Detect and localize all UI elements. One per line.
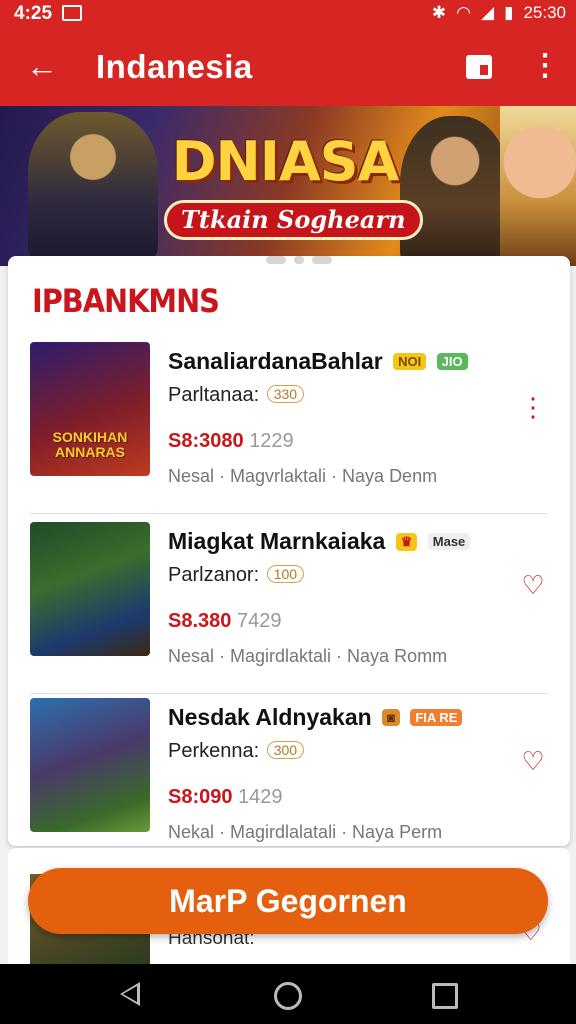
app-bar: ← Indanesia ⋮ — [0, 28, 576, 106]
subtitle-label: Parlzanor: — [168, 564, 260, 586]
promo-banner[interactable]: DNIASA Ttkain Soghearn — [0, 106, 576, 266]
rating-pill: 330 — [266, 385, 305, 403]
game-title-text: Miagkat Marnkaiaka — [168, 528, 386, 554]
badge: NOI — [393, 353, 427, 370]
more-vert-icon[interactable]: ⋮ — [518, 392, 548, 422]
price-value: S8:3080 — [168, 430, 244, 452]
cta-button[interactable]: MarP Gegornen — [28, 868, 548, 934]
badge: FIA RE — [410, 709, 463, 726]
subtitle-label: Perkenna: — [168, 740, 260, 762]
list-item[interactable]: SONKIHAN ANNARAS SanaliardanaBahlar NOI … — [8, 342, 570, 514]
badge: Mase — [427, 533, 471, 550]
price-value: S8.380 — [168, 610, 232, 632]
banner-logo: DNIASA — [171, 130, 400, 193]
section-title: IPBANKMNS — [32, 282, 220, 320]
banner-heroine-art — [500, 106, 576, 266]
page-title: Indanesia — [96, 48, 253, 85]
nav-recents-icon[interactable] — [432, 983, 458, 1009]
price: S8.380 7429 — [168, 610, 281, 633]
status-bar: 4:25 ✱ ◠ ◢ ▮ 25:30 — [0, 0, 576, 28]
status-clock: 25:30 — [523, 3, 566, 22]
game-title: Miagkat Marnkaiaka ♛ Mase — [168, 528, 471, 555]
price: S8:3080 1229 — [168, 430, 294, 453]
nav-back-icon[interactable] — [120, 982, 140, 1006]
banner-tagline: Ttkain Soghearn — [164, 200, 423, 240]
game-subtitle: Parltanaa: 330 — [168, 384, 305, 407]
game-thumbnail[interactable] — [30, 698, 150, 832]
game-meta: Nekal · Magirdlalatali · Naya Perm — [168, 822, 443, 842]
price-suffix: 1229 — [249, 430, 294, 452]
heart-icon[interactable]: ♡ — [518, 746, 548, 776]
battery-icon: ▮ — [504, 3, 514, 22]
status-time: 4:25 — [14, 3, 53, 24]
thumbnail-caption: SONKIHAN ANNARAS — [52, 429, 128, 460]
price: S8:090 1429 — [168, 786, 283, 809]
divider — [30, 693, 548, 694]
badge: JIO — [436, 353, 468, 370]
game-title: Nesdak Aldnyakan ◙ FIA RE — [168, 704, 463, 731]
status-icons: ✱ ◠ ◢ ▮ 25:30 — [432, 3, 566, 23]
game-subtitle: Parlzanor: 100 — [168, 564, 305, 587]
system-nav-bar — [0, 964, 576, 1024]
wifi-icon: ◠ — [456, 3, 472, 22]
price-suffix: 1429 — [238, 786, 283, 808]
ranking-card: IPBANKMNS SONKIHAN ANNARAS SanaliardanaB… — [8, 256, 570, 846]
game-meta: Nesal · Magirdlaktali · Naya Romm — [168, 646, 448, 666]
arrow-left-icon[interactable]: ← — [26, 48, 58, 84]
rating-pill: 300 — [266, 741, 305, 759]
rating-pill: 100 — [266, 565, 305, 583]
nav-home-icon[interactable] — [274, 982, 302, 1010]
game-subtitle: Perkenna: 300 — [168, 740, 305, 763]
image-icon — [62, 5, 82, 21]
more-vert-icon[interactable]: ⋮ — [530, 50, 560, 82]
game-thumbnail[interactable]: SONKIHAN ANNARAS — [30, 342, 150, 476]
bluetooth-icon: ✱ — [431, 3, 447, 22]
game-title: SanaliardanaBahlar NOI JIO — [168, 348, 468, 375]
drag-handle[interactable] — [266, 256, 332, 264]
game-title-text: Nesdak Aldnyakan — [168, 704, 372, 730]
list-item[interactable]: Miagkat Marnkaiaka ♛ Mase Parlzanor: 100… — [8, 522, 570, 694]
signal-icon: ◢ — [481, 3, 495, 22]
badge: ◙ — [382, 709, 400, 726]
subtitle-label: Parltanaa: — [168, 384, 260, 406]
divider — [30, 513, 548, 514]
game-title-text: SanaliardanaBahlar — [168, 348, 383, 374]
banner-warrior-art — [28, 112, 158, 262]
list-item[interactable]: Nesdak Aldnyakan ◙ FIA RE Perkenna: 300 … — [8, 698, 570, 870]
heart-icon[interactable]: ♡ — [518, 570, 548, 600]
banner-soldier-art — [400, 116, 510, 266]
badge: ♛ — [395, 533, 418, 551]
price-value: S8:090 — [168, 786, 233, 808]
game-thumbnail[interactable] — [30, 522, 150, 656]
flag-icon[interactable] — [466, 55, 492, 79]
game-meta: Nesal · Magvrlaktali · Naya Denm — [168, 466, 438, 486]
price-suffix: 7429 — [236, 610, 282, 632]
